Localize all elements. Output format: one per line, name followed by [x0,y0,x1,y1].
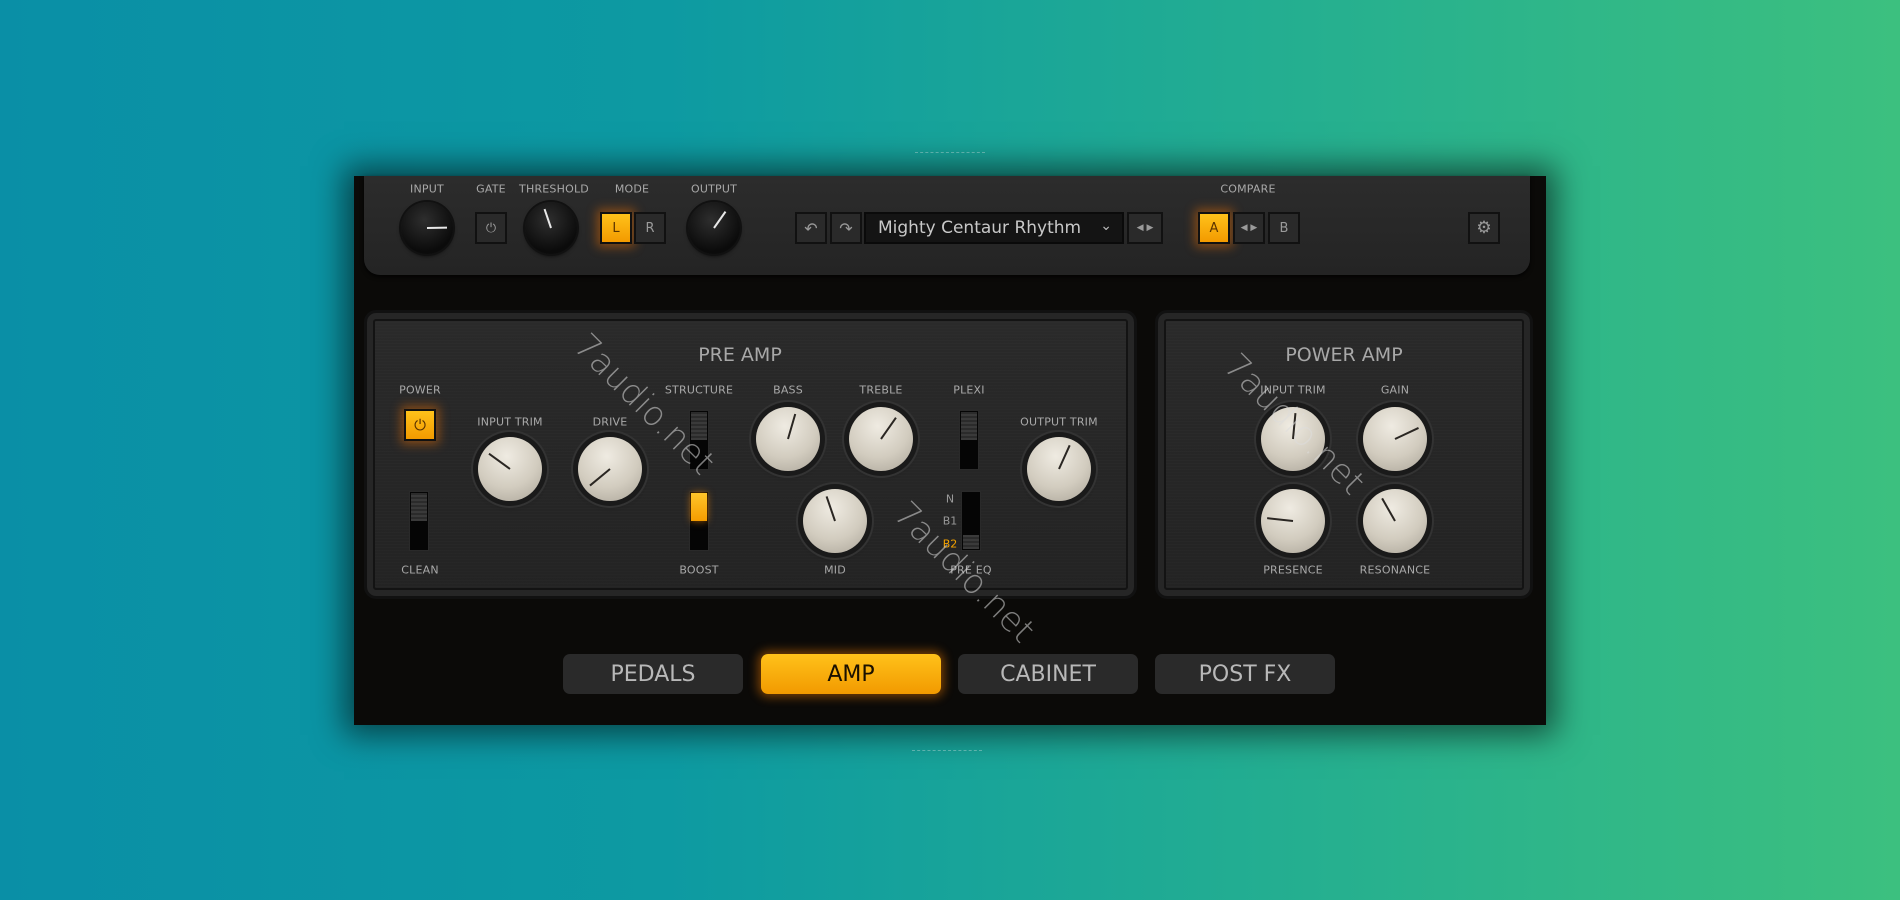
knob-indicator [1381,497,1396,522]
output-trim-label: OUTPUT TRIM [1020,415,1098,429]
chevron-down-icon: ⌄ [1100,218,1112,234]
clean-switch[interactable] [409,491,429,551]
preset-nav: ◀ ▶ [1127,212,1163,244]
mode-r-button[interactable]: R [634,212,666,244]
resonance-label: RESONANCE [1359,563,1431,577]
input-trim-knob[interactable] [478,437,542,501]
resonance-knob[interactable] [1363,489,1427,553]
bass-label: BASS [773,383,803,397]
pre-eq-option-b2[interactable]: B2 [943,538,958,551]
output-label: OUTPUT [690,182,738,196]
treble-label: TREBLE [859,383,903,397]
plexi-switch[interactable] [959,410,979,470]
pre-eq-option-n[interactable]: N [946,493,954,506]
knob-indicator [1292,413,1297,440]
pre-amp-title: PRE AMP [698,344,782,366]
power-amp-title: POWER AMP [1285,344,1403,366]
gear-icon: ⚙ [1476,218,1492,238]
pre-eq-option-b1[interactable]: B1 [943,515,958,528]
gate-label: GATE [476,182,506,196]
structure-switch[interactable] [689,410,709,470]
gate-button[interactable]: ⏻ [475,212,507,244]
previous-preset-icon[interactable]: ◀ [1137,223,1144,233]
mid-knob[interactable] [803,489,867,553]
pre-eq-switch[interactable] [961,491,981,551]
undo-button[interactable]: ↶ [795,212,827,244]
input-knob[interactable] [401,202,453,254]
knob-indicator [543,208,552,229]
compare-a-button[interactable]: A [1198,212,1230,244]
preset-selector[interactable]: Mighty Centaur Rhythm ⌄ [864,212,1124,244]
tab-cabinet[interactable]: CABINET [958,654,1138,694]
structure-label: STRUCTURE [664,383,734,397]
settings-button[interactable]: ⚙ [1468,212,1500,244]
power-icon: ⏻ [414,416,426,434]
drive-label: DRIVE [592,415,628,429]
knob-indicator [880,417,897,440]
presence-label: PRESENCE [1263,563,1323,577]
mid-label: MID [824,563,846,577]
treble-knob[interactable] [849,407,913,471]
gain-label: GAIN [1380,383,1410,397]
tab-post-fx[interactable]: POST FX [1155,654,1335,694]
knob-indicator [1394,427,1419,440]
undo-icon: ↶ [804,218,818,238]
output-trim-knob[interactable] [1027,437,1091,501]
clean-label: CLEAN [401,563,439,577]
power-input-trim-knob[interactable] [1261,407,1325,471]
power-icon: ⏻ [485,220,497,236]
power-input-trim-label: INPUT TRIM [1260,383,1326,397]
mode-label: MODE [614,182,650,196]
bass-knob[interactable] [756,407,820,471]
power-button[interactable]: ⏻ [404,409,436,441]
compare-copy-button[interactable]: ◀ ▶ [1233,212,1265,244]
knob-indicator [787,413,797,440]
boost-label: BOOST [679,563,719,577]
compare-b-button[interactable]: B [1268,212,1300,244]
presence-knob[interactable] [1261,489,1325,553]
boost-switch[interactable] [689,491,709,551]
next-preset-icon[interactable]: ▶ [1147,223,1154,233]
knob-indicator [488,452,511,470]
tab-pedals[interactable]: PEDALS [563,654,743,694]
redo-icon: ↷ [839,218,853,238]
knob-indicator [1267,517,1294,522]
input-trim-label: INPUT TRIM [477,415,543,429]
pre-eq-label: PRE EQ [950,563,992,577]
gain-knob[interactable] [1363,407,1427,471]
input-label: INPUT [410,182,444,196]
threshold-label: THRESHOLD [519,182,589,196]
redo-button[interactable]: ↷ [830,212,862,244]
power-label: POWER [399,383,441,397]
amp-plugin-window: INPUT GATE ⏻ THRESHOLD MODE L R OUTPUT ↶… [354,176,1546,725]
knob-indicator [713,211,727,229]
preset-name: Mighty Centaur Rhythm [878,218,1082,238]
plexi-label: PLEXI [953,383,985,397]
mode-l-button[interactable]: L [600,212,632,244]
threshold-knob[interactable] [525,202,577,254]
knob-indicator [426,226,448,229]
knob-indicator [825,496,836,522]
output-knob[interactable] [688,202,740,254]
knob-indicator [1058,444,1071,470]
knob-indicator [589,468,611,487]
compare-label: COMPARE [1220,182,1276,196]
drive-knob[interactable] [578,437,642,501]
tab-amp[interactable]: AMP [761,654,941,694]
